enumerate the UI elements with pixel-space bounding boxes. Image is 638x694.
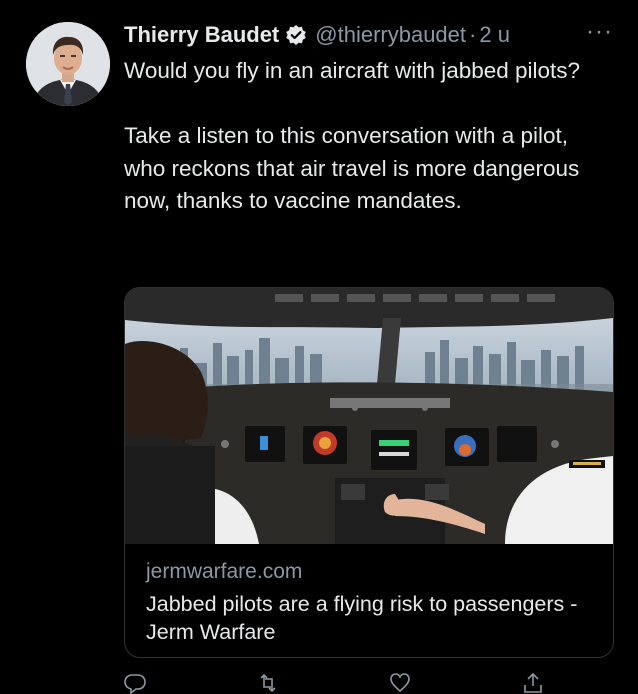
more-dots-icon[interactable]: ···: [586, 20, 613, 44]
action-bar: [124, 672, 544, 694]
author-handle[interactable]: @thierrybaudet: [315, 20, 466, 50]
avatar[interactable]: [26, 22, 110, 106]
avatar-photo: [26, 22, 110, 106]
tweet-paragraph: Would you fly in an aircraft with jabbed…: [124, 58, 581, 83]
reply-icon[interactable]: [124, 672, 146, 694]
card-title: Jabbed pilots are a flying risk to passe…: [146, 592, 578, 644]
link-card[interactable]: jermwarfare.com Jabbed pilots are a flyi…: [124, 287, 614, 658]
tweet-paragraph: Take a listen to this conversation with …: [124, 123, 580, 213]
author-name[interactable]: Thierry Baudet: [124, 20, 279, 50]
tweet-header: Thierry Baudet @thierrybaudet · 2 u: [124, 20, 510, 50]
timestamp[interactable]: 2 u: [479, 20, 510, 50]
retweet-icon[interactable]: [257, 672, 279, 694]
share-icon[interactable]: [522, 672, 544, 694]
verified-badge-icon: [285, 24, 307, 46]
separator-dot: ·: [469, 22, 477, 47]
card-image: [125, 288, 613, 544]
tweet-text: Would you fly in an aircraft with jabbed…: [124, 55, 594, 218]
card-domain: jermwarfare.com: [146, 560, 303, 583]
like-icon[interactable]: [389, 672, 411, 694]
